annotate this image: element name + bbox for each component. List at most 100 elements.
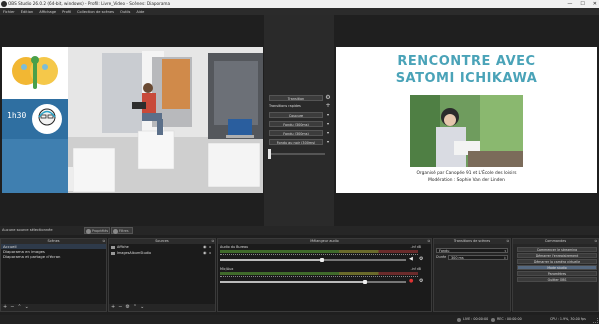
transition-slider-track[interactable] [269,153,325,155]
obs-logo-icon [1,1,7,7]
sources-toolbar: + − ⚙ ⌃ ⌄ [109,304,215,311]
remove-scene-icon[interactable]: − [10,304,14,311]
mixer-channel-name: Audio du Bureau [220,245,249,249]
quick-transitions-label: Transitions rapides [269,104,301,108]
volume-fill [220,281,365,283]
start-recording-button[interactable]: Démarrer l'enregistrement [517,253,597,258]
source-item[interactable]: ImagesAlbumStudio ◉ ▫ [109,250,215,256]
channel-gear-icon[interactable]: ⚙ [419,278,423,284]
title-bar: OBS Studio 26.0.2 (64-bit, windows) - Pr… [0,0,599,8]
volume-fill [220,259,322,261]
menu-view[interactable]: Affichage [39,10,56,14]
source-settings-gear-icon[interactable]: ⚙ [125,304,129,311]
chevron-down-icon[interactable]: ▾ [325,139,331,145]
controls-dock: Commandes ⧉ Commencer le streaming Démar… [512,238,599,312]
move-down-icon[interactable]: ⌄ [25,304,29,311]
transition-slider-handle[interactable] [268,149,271,159]
speaker-mute-icon[interactable]: ◀ [409,256,413,262]
duration-input[interactable]: 300 ms ⇕ [448,255,508,260]
menu-help[interactable]: Aide [136,10,144,14]
mixer-body: Audio du Bureau -inf dB ◀ ⚙ Mic/Aux -inf… [218,244,431,311]
mixer-title: Mélangeur audio [310,239,339,243]
transition-gear-icon[interactable]: ⚙ [325,95,331,101]
scene-transitions-dock: Transitions de scènes ⧉ Fondu ▾ Durée 30… [433,238,511,312]
live-indicator-icon [457,317,461,322]
quick-transition-1[interactable]: Coupure [269,112,323,118]
menu-edit[interactable]: Édition [21,10,33,14]
transition-type-select[interactable]: Fondu ▾ [436,248,508,253]
window-controls: — ☐ ✕ [567,0,597,8]
maximize-button[interactable]: ☐ [580,1,584,7]
scenes-list: Accueil Diaporama en images Diaporama et… [1,244,106,304]
preview-canvas[interactable]: 1h30 [2,47,263,193]
duration-value: 300 ms [451,256,464,260]
transitions-title: Transitions de scènes [453,239,491,243]
scenes-toolbar: + − ⌃ ⌄ [1,304,106,311]
live-timer: LIVE : 00:00:00 [463,317,489,321]
filters-button[interactable]: Filtres [111,227,133,234]
resize-grip-icon[interactable] [593,318,598,323]
program-credit-line1: Organisé par Canopée 91 et L'École des l… [416,171,517,176]
source-label: Affiche [117,245,129,249]
status-bar: LIVE : 00:00:00 REC : 00:00:00 CPU : 1.9… [0,315,599,324]
studio-mode-button[interactable]: Mode studio [517,265,597,270]
image-icon [111,245,115,249]
mic-muted-icon[interactable]: ● [409,278,413,284]
menu-file[interactable]: Fichier [3,10,15,14]
quick-transition-3[interactable]: Fondu (300ms) [269,130,323,136]
add-scene-icon[interactable]: + [3,304,7,311]
source-label: ImagesAlbumStudio [117,251,152,255]
chevron-down-icon[interactable]: ▾ [325,130,331,136]
add-source-icon[interactable]: + [111,304,115,311]
start-streaming-button[interactable]: Commencer le streaming [517,247,597,252]
slideshow-icon [111,251,115,255]
program-credit-line2: Modération : Sophie Van der Linden [428,178,505,183]
channel-gear-icon[interactable]: ⚙ [419,256,423,262]
remove-source-icon[interactable]: − [118,304,122,311]
author-photo [410,95,523,167]
move-up-icon[interactable]: ⌃ [133,304,137,311]
scene-item[interactable]: Diaporama et partage d'écran [1,254,106,259]
start-virtual-camera-button[interactable]: Démarrer la caméra virtuelle [517,259,597,264]
clock-text: 1h30 [7,111,27,120]
chevron-down-icon[interactable]: ▾ [325,121,331,127]
lock-icon[interactable]: ▫ [209,250,211,256]
exit-button[interactable]: Quitter OBS [517,277,597,282]
menu-tools[interactable]: Outils [120,10,130,14]
minimize-button[interactable]: — [567,1,572,7]
properties-button[interactable]: Propriétés [84,227,110,234]
program-canvas: RENCONTRE AVEC SATOMI ICHIKAWA Organisé … [336,47,597,193]
mixer-channel-db: -inf dB [410,267,421,271]
move-down-icon[interactable]: ⌄ [140,304,144,311]
volume-slider[interactable] [220,279,406,284]
properties-label: Propriétés [92,229,109,233]
rec-timer: REC : 00:00:00 [497,317,522,321]
chevron-down-icon[interactable]: ▾ [325,112,331,118]
transition-button[interactable]: Transition [269,95,323,101]
quick-transition-2[interactable]: Fondu (300ms) [269,121,323,127]
menu-bar: Fichier Édition Affichage Profil Collect… [0,8,599,15]
audio-mixer-dock: Mélangeur audio ⧉ Audio du Bureau -inf d… [217,238,432,312]
volume-slider[interactable] [220,257,406,262]
rec-indicator-icon [491,317,495,322]
volume-knob[interactable] [363,279,367,284]
source-toolbar: Aucune source sélectionnée Propriétés Fi… [0,226,599,235]
duration-label: Durée [436,255,447,259]
audio-meter [220,250,418,253]
quick-transition-4[interactable]: Fondu au noir (300ms) [269,139,323,145]
gear-icon [86,228,91,234]
menu-profile[interactable]: Profil [62,10,71,14]
sources-title: Sources [155,239,169,243]
settings-button[interactable]: Paramètres [517,271,597,276]
butterfly-logo-icon [12,56,58,89]
controls-title: Commandes [544,239,567,243]
volume-knob[interactable] [320,257,324,262]
visibility-eye-icon[interactable]: ◉ [203,250,207,256]
filters-label: Filtres [119,229,129,233]
scenes-dock: Scènes ⧉ Accueil Diaporama en images Dia… [0,238,107,312]
close-button[interactable]: ✕ [593,1,597,7]
menu-scene-collection[interactable]: Collection de scènes [77,10,114,14]
move-up-icon[interactable]: ⌃ [17,304,21,311]
meter-scale [220,276,418,278]
add-quick-transition-icon[interactable]: + [325,103,331,109]
